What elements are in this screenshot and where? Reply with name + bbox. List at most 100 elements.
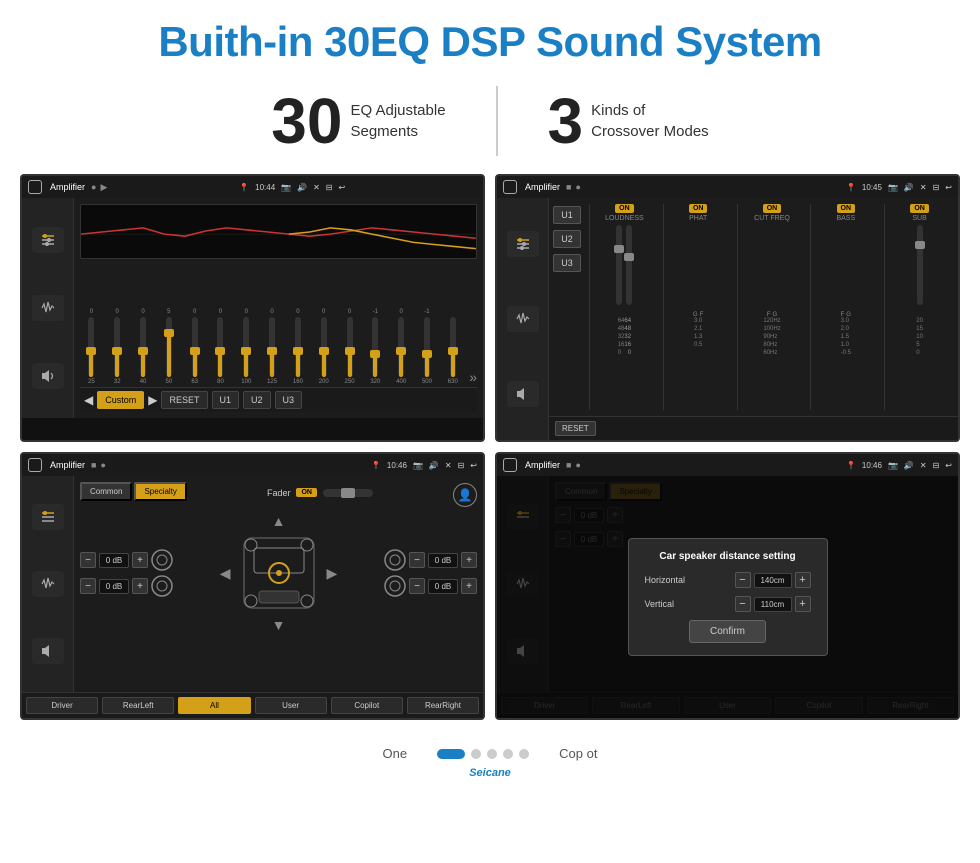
tabs-fader-row: Common Specialty Fader ON 👤 xyxy=(80,482,477,507)
tab-specialty-3[interactable]: Specialty xyxy=(134,482,186,501)
next-btn[interactable]: ▶ xyxy=(148,393,157,407)
speaker-icon-br xyxy=(384,575,406,597)
plus-bl[interactable]: + xyxy=(132,578,148,594)
minus-bl[interactable]: − xyxy=(80,578,96,594)
pin-icon-2: 📍 xyxy=(846,183,856,192)
db-ctrl-br: − 0 dB + xyxy=(384,575,477,597)
u3-btn[interactable]: U3 xyxy=(275,391,303,409)
reset-crossover[interactable]: RESET xyxy=(555,421,596,436)
slider-track-500[interactable] xyxy=(424,317,430,377)
u3-crossover-btn[interactable]: U3 xyxy=(553,254,581,272)
prev-btn[interactable]: ◀ xyxy=(84,393,93,407)
left-arrow[interactable]: ◀ xyxy=(220,565,231,582)
crossover-columns: ON LOUDNESS 6464 xyxy=(585,198,958,416)
slider-track-50[interactable] xyxy=(166,317,172,377)
watermark: Seicane xyxy=(0,767,980,783)
u2-btn[interactable]: U2 xyxy=(243,391,271,409)
slider-track-25[interactable] xyxy=(88,317,94,377)
user-btn-3[interactable]: User xyxy=(255,697,327,714)
dialog-vertical-row: Vertical − 110cm + xyxy=(645,596,811,612)
rearright-btn-3[interactable]: RearRight xyxy=(407,697,479,714)
wave-btn-2[interactable] xyxy=(507,306,539,332)
eq-icon-btn-3[interactable] xyxy=(32,504,64,530)
wave-btn-1[interactable] xyxy=(32,295,64,321)
screen-body-2: U1 U2 U3 ON LOUDNESS xyxy=(497,198,958,440)
expand-icon-1: ⊟ xyxy=(326,183,333,192)
home-icon-3[interactable] xyxy=(28,458,42,472)
crossover-main: U1 U2 U3 ON LOUDNESS xyxy=(549,198,958,440)
slider-track-200[interactable] xyxy=(321,317,327,377)
dot-4[interactable] xyxy=(503,749,513,759)
minus-tl[interactable]: − xyxy=(80,552,96,568)
vertical-plus[interactable]: + xyxy=(795,596,811,612)
sub-slider[interactable] xyxy=(917,225,923,305)
u1-btn[interactable]: U1 xyxy=(212,391,240,409)
down-arrow[interactable]: ▼ xyxy=(272,617,286,633)
eq-graph xyxy=(80,204,477,259)
eq-icon-btn-2[interactable] xyxy=(507,231,539,257)
home-icon-4[interactable] xyxy=(503,458,517,472)
slider-track-320[interactable] xyxy=(372,317,378,377)
more-icon[interactable]: » xyxy=(469,369,477,385)
plus-tr[interactable]: + xyxy=(461,552,477,568)
on-phat: ON xyxy=(689,204,708,213)
dot-2[interactable] xyxy=(471,749,481,759)
slider-400: 0 400 xyxy=(390,309,413,385)
fader-knob[interactable] xyxy=(341,488,355,498)
all-btn-3[interactable]: All xyxy=(178,697,250,714)
u1-crossover-btn[interactable]: U1 xyxy=(553,206,581,224)
specialty-content: Common Specialty Fader ON 👤 xyxy=(74,476,483,692)
eq-icon-btn-1[interactable] xyxy=(32,227,64,253)
horizontal-plus[interactable]: + xyxy=(795,572,811,588)
dot-5[interactable] xyxy=(519,749,529,759)
vertical-minus[interactable]: − xyxy=(735,596,751,612)
wave-btn-3[interactable] xyxy=(32,571,64,597)
slider-track-63[interactable] xyxy=(192,317,198,377)
slider-track-32[interactable] xyxy=(114,317,120,377)
slider-63: 0 63 xyxy=(183,309,206,385)
u2-crossover-btn[interactable]: U2 xyxy=(553,230,581,248)
minus-tr[interactable]: − xyxy=(409,552,425,568)
slider-track-125[interactable] xyxy=(269,317,275,377)
slider-track-250[interactable] xyxy=(347,317,353,377)
home-icon-2[interactable] xyxy=(503,180,517,194)
bottom-speaker-btns-3: Driver RearLeft All User Copilot RearRig… xyxy=(22,692,483,718)
copilot-btn-3[interactable]: Copilot xyxy=(331,697,403,714)
plus-br[interactable]: + xyxy=(461,578,477,594)
screen-distance: Amplifier ■ ● 📍 10:46 📷 🔊 ✕ ⊟ ↩ xyxy=(495,452,960,720)
fader-track[interactable] xyxy=(323,489,373,497)
confirm-button[interactable]: Confirm xyxy=(689,620,766,643)
dot-1[interactable] xyxy=(437,749,465,759)
col-title-loudness: LOUDNESS xyxy=(605,215,644,222)
fader-on: ON xyxy=(296,488,317,497)
horizontal-minus[interactable]: − xyxy=(735,572,751,588)
minus-br[interactable]: − xyxy=(409,578,425,594)
dot-3[interactable] xyxy=(487,749,497,759)
slider-track-160[interactable] xyxy=(295,317,301,377)
slider-track-100[interactable] xyxy=(243,317,249,377)
tab-common-3[interactable]: Common xyxy=(80,482,132,501)
up-arrow[interactable]: ▲ xyxy=(272,513,286,529)
slider-track-80[interactable] xyxy=(217,317,223,377)
slider-track-630[interactable] xyxy=(450,317,456,377)
slider-80: 0 80 xyxy=(209,309,232,385)
driver-btn-3[interactable]: Driver xyxy=(26,697,98,714)
slider-32: 0 32 xyxy=(106,309,129,385)
vol-btn-2[interactable] xyxy=(507,381,539,407)
vol-btn-1[interactable] xyxy=(32,363,64,389)
right-arrow[interactable]: ▶ xyxy=(327,565,338,582)
person-icon: 👤 xyxy=(453,483,477,507)
loudness-slider-r[interactable] xyxy=(626,225,632,305)
plus-tl[interactable]: + xyxy=(132,552,148,568)
home-icon[interactable] xyxy=(28,180,42,194)
custom-btn[interactable]: Custom xyxy=(97,391,144,409)
android-bar-3: Amplifier ■ ● 📍 10:46 📷 🔊 ✕ ⊟ ↩ xyxy=(22,454,483,476)
vol-btn-3[interactable] xyxy=(32,638,64,664)
rearleft-btn-3[interactable]: RearLeft xyxy=(102,697,174,714)
slider-track-40[interactable] xyxy=(140,317,146,377)
left-panel-1 xyxy=(22,198,74,418)
slider-track-400[interactable] xyxy=(398,317,404,377)
crossover-bottom: RESET xyxy=(549,416,958,440)
reset-btn-1[interactable]: RESET xyxy=(161,391,207,409)
loudness-slider-l[interactable] xyxy=(616,225,622,305)
